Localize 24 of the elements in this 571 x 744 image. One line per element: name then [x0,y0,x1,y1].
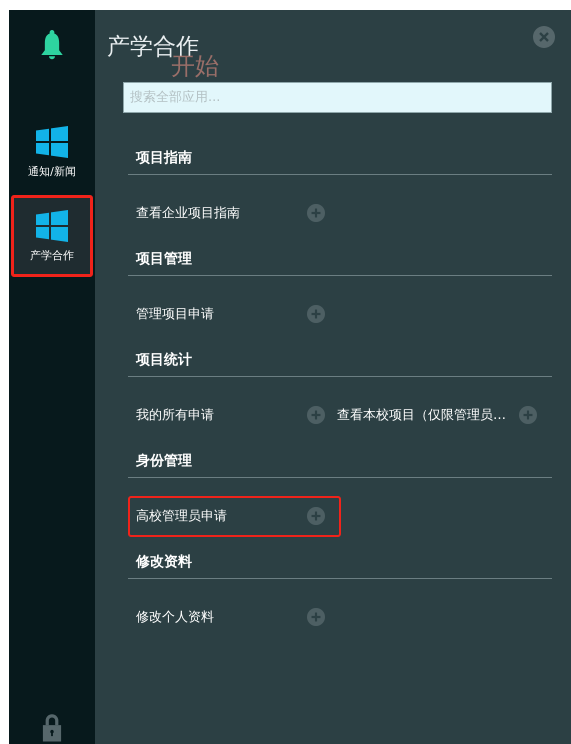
search-field[interactable]: 搜索全部应用... [123,82,552,113]
lock-icon[interactable] [42,712,62,742]
plus-icon[interactable] [519,406,537,424]
windows-icon [36,210,68,242]
close-icon[interactable] [533,26,555,48]
plus-icon[interactable] [307,204,325,222]
plus-icon[interactable] [307,608,325,626]
section-heading: 项目统计 [136,351,192,369]
section-heading: 身份管理 [136,452,192,470]
menu-item[interactable]: 修改个人资料 [128,596,341,638]
menu-item[interactable]: 高校管理员申请 [128,496,341,536]
plus-icon[interactable] [307,507,325,525]
menu-item[interactable]: 查看本校项目（仅限管理员… [329,394,539,436]
menu-item[interactable]: 查看企业项目指南 [128,192,341,234]
windows-icon [36,126,68,158]
sidebar-item[interactable]: 通知/新闻 [11,111,93,193]
sidebar-item[interactable]: 产学合作 [11,195,93,277]
bell-icon[interactable] [40,30,64,61]
menu-item[interactable]: 管理项目申请 [128,294,341,334]
section-heading: 修改资料 [136,553,192,571]
section-heading: 项目指南 [136,149,192,167]
plus-icon[interactable] [307,305,325,323]
plus-icon[interactable] [307,406,325,424]
section-heading: 项目管理 [136,250,192,268]
